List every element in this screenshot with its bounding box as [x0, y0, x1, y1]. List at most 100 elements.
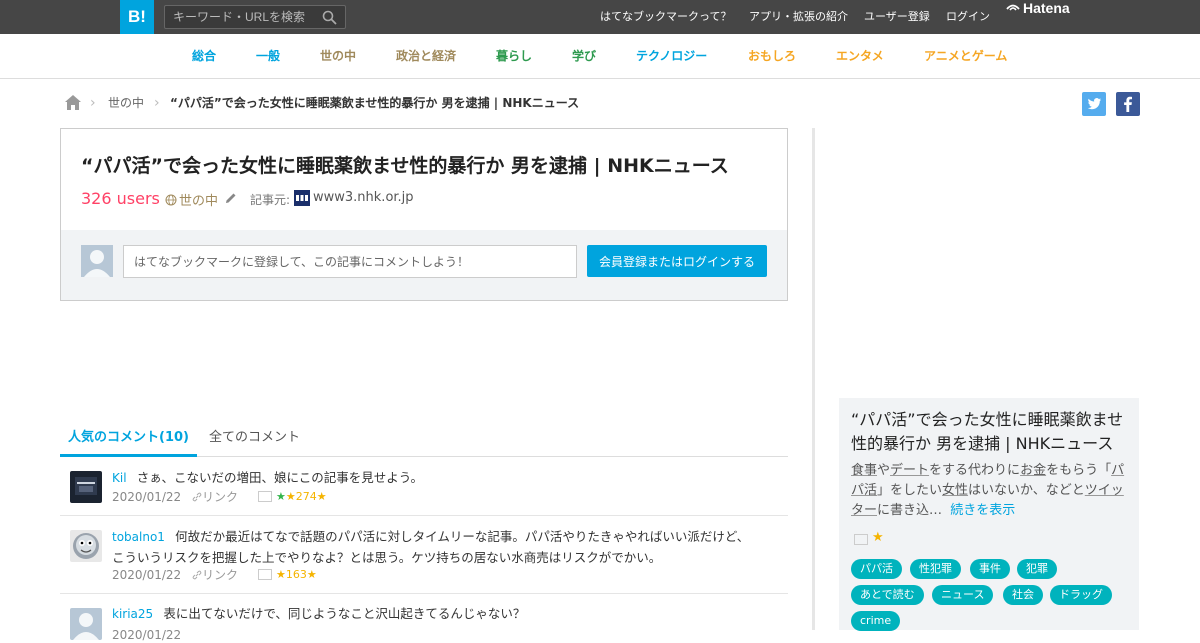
category-アニメとゲーム[interactable]: アニメとゲーム — [924, 34, 1007, 79]
tag[interactable]: ドラッグ — [1050, 585, 1112, 605]
image-icon[interactable] — [258, 491, 272, 502]
comment-user[interactable]: kiria25 — [112, 607, 153, 621]
hatena-bookmark-logo[interactable]: B! — [120, 0, 154, 34]
comment-text: 表に出てないだけで、同じようなこと沢山起きてるんじゃない？ — [163, 606, 526, 621]
desc-text: はいないか、などと — [968, 483, 1085, 498]
add-star-icon[interactable]: ★ — [872, 530, 884, 545]
column-divider — [812, 128, 815, 630]
comment-link[interactable]: リンク — [192, 567, 238, 583]
user-avatar — [81, 245, 113, 277]
entry-card: “パパ活”で会った女性に睡眠薬飲ませ性的暴行か 男を逮捕 | NHKニュース 3… — [60, 128, 788, 301]
entry-title[interactable]: “パパ活”で会った女性に睡眠薬飲ませ性的暴行か 男を逮捕 | NHKニュース — [81, 151, 729, 178]
comment-row: tobalno1 何故だか最近はてなで話題のパパ活に対しタイムリーな記事。パパ活… — [60, 516, 788, 594]
comment-body: kiria25 表に出てないだけで、同じようなこと沢山起きてるんじゃない？ — [112, 603, 752, 624]
category-おもしろ[interactable]: おもしろ — [748, 34, 796, 79]
search-icon[interactable] — [322, 10, 337, 25]
home-icon[interactable] — [64, 94, 82, 111]
source-label: 記事元: — [250, 193, 291, 207]
comment-date[interactable]: 2020/01/22 — [112, 568, 181, 582]
image-icon[interactable] — [854, 534, 868, 545]
sidebar-description: 食事やデートをする代わりにお金をもらう「パパ活」をしたい女性はいないか、などとツ… — [851, 461, 1133, 521]
nhk-favicon-icon — [294, 190, 310, 206]
tag[interactable]: 社会 — [1003, 585, 1043, 605]
tag[interactable]: 性犯罪 — [910, 559, 961, 579]
comment-meta: 2020/01/22 リンク ★163★ — [112, 567, 317, 583]
bookmark-users-count[interactable]: 326 users — [81, 189, 160, 208]
sidebar-title[interactable]: “パパ活”で会った女性に睡眠薬飲ませ性的暴行か 男を逮捕 | NHKニュース — [851, 408, 1127, 456]
login-link[interactable]: ログイン — [946, 0, 990, 34]
facebook-icon — [1124, 96, 1132, 112]
comment-date[interactable]: 2020/01/22 — [112, 490, 181, 504]
comment-link-label: リンク — [202, 490, 239, 504]
comment-user[interactable]: Kil — [112, 471, 127, 485]
comment-meta: 2020/01/22 — [112, 627, 181, 643]
category-テクノロジー[interactable]: テクノロジー — [636, 34, 707, 79]
add-star-icon[interactable]: ★ — [317, 490, 327, 503]
tag[interactable]: あとで読む — [851, 585, 924, 605]
category-政治と経済[interactable]: 政治と経済 — [396, 34, 456, 79]
entry-category[interactable]: 世の中 — [165, 190, 218, 209]
category-総合[interactable]: 総合 — [192, 34, 216, 79]
tag[interactable]: 犯罪 — [1017, 559, 1057, 579]
category-一般[interactable]: 一般 — [256, 34, 280, 79]
star-count-value: 274 — [295, 490, 317, 503]
register-login-button[interactable]: 会員登録またはログインする — [587, 245, 767, 277]
user-avatar[interactable] — [70, 471, 102, 503]
link-icon — [192, 492, 202, 502]
chevron-right-icon: › — [154, 95, 160, 111]
keyword-link[interactable]: デート — [890, 463, 929, 478]
sidebar-entry-card: “パパ活”で会った女性に睡眠薬飲ませ性的暴行か 男を逮捕 | NHKニュース 食… — [839, 398, 1139, 631]
desc-text: 」をしたい — [877, 483, 943, 498]
comment-tabs: 人気のコメント(10) 全てのコメント — [60, 418, 788, 457]
star-count[interactable]: ★★274★ — [276, 489, 327, 505]
register-link[interactable]: ユーザー登録 — [864, 0, 930, 34]
hatena-link[interactable]: Hatena — [1006, 0, 1070, 34]
comment-date[interactable]: 2020/01/22 — [112, 628, 181, 642]
tab-popular-comments[interactable]: 人気のコメント(10) — [60, 418, 197, 457]
category-世の中[interactable]: 世の中 — [320, 34, 356, 79]
keyword-link[interactable]: お金 — [1020, 463, 1046, 478]
keyword-link[interactable]: 食事 — [851, 463, 877, 478]
comment-user[interactable]: tobalno1 — [112, 530, 165, 544]
show-more-link[interactable]: 続きを表示 — [950, 503, 1015, 518]
user-avatar[interactable] — [70, 608, 102, 640]
hatena-label: Hatena — [1023, 0, 1070, 16]
comment-row: Kil さぁ、こないだの増田、娘にこの記事を見せよう。 2020/01/22 リ… — [60, 457, 788, 516]
edit-pencil-icon[interactable] — [225, 192, 237, 204]
breadcrumb-category[interactable]: 世の中 — [108, 94, 144, 112]
comment-link[interactable]: リンク — [192, 489, 238, 505]
star-count-value: 163 — [285, 568, 307, 581]
apps-link[interactable]: アプリ・拡張の紹介 — [749, 0, 848, 34]
about-link[interactable]: はてなブックマークって？ — [600, 0, 731, 34]
star-count[interactable]: ★163★ — [276, 567, 317, 583]
twitter-icon — [1087, 98, 1101, 110]
add-star-icon[interactable]: ★ — [307, 568, 317, 581]
twitter-share-button[interactable] — [1082, 92, 1106, 116]
facebook-share-button[interactable] — [1116, 92, 1140, 116]
tag[interactable]: パパ活 — [851, 559, 902, 579]
desc-text: をする代わりに — [929, 463, 1021, 478]
green-star-icon: ★ — [276, 490, 286, 503]
comment-row: kiria25 表に出てないだけで、同じようなこと沢山起きてるんじゃない？ 20… — [60, 594, 788, 642]
tag[interactable]: 事件 — [970, 559, 1010, 579]
tag[interactable]: crime — [851, 611, 901, 631]
image-icon[interactable] — [258, 569, 272, 580]
keyword-link[interactable]: 女性 — [942, 483, 968, 498]
source-domain-link[interactable]: www3.nhk.or.jp — [313, 190, 414, 205]
user-avatar[interactable] — [70, 530, 102, 562]
top-bar: B! はてなブックマークって？ アプリ・拡張の紹介 ユーザー登録 ログイン Ha… — [0, 0, 1200, 34]
category-学び[interactable]: 学び — [572, 34, 596, 79]
search-input[interactable] — [165, 6, 315, 28]
breadcrumb-title: “パパ活”で会った女性に睡眠薬飲ませ性的暴行か 男を逮捕 | NHKニュース — [170, 96, 580, 110]
chevron-right-icon: › — [90, 95, 96, 111]
tag[interactable]: ニュース — [932, 585, 994, 605]
category-エンタメ[interactable]: エンタメ — [836, 34, 884, 79]
comment-meta: 2020/01/22 リンク ★★274★ — [112, 489, 327, 505]
category-暮らし[interactable]: 暮らし — [496, 34, 532, 79]
globe-icon — [165, 194, 177, 206]
tab-all-comments[interactable]: 全てのコメント — [209, 418, 300, 457]
comment-input[interactable] — [123, 245, 577, 278]
link-icon — [192, 570, 202, 580]
desc-text: をもらう「 — [1046, 463, 1112, 478]
search-box[interactable] — [164, 5, 346, 29]
